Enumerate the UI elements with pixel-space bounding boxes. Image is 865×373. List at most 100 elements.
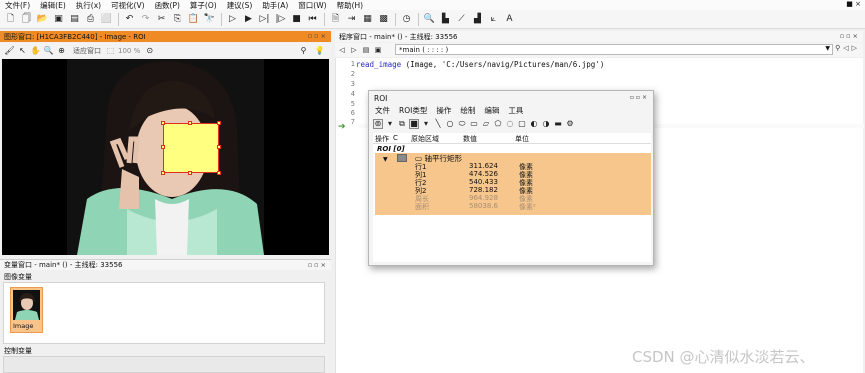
- roi-param-row[interactable]: 行1 311.624 像素: [375, 162, 651, 171]
- open-file-icon[interactable]: 📂: [36, 13, 49, 26]
- roi-menu-tools[interactable]: 工具: [508, 105, 523, 116]
- cut-icon[interactable]: ✂: [155, 13, 168, 26]
- roi-color-icon[interactable]: ■: [409, 118, 419, 129]
- roi-mode-icon[interactable]: ⊙: [144, 45, 155, 56]
- pointer-icon[interactable]: ↖: [17, 45, 28, 56]
- roi-menu-edit[interactable]: 编辑: [484, 105, 499, 116]
- back-icon[interactable]: ◁: [337, 45, 347, 55]
- menu-window[interactable]: 窗口(W): [298, 0, 326, 11]
- roi-handle[interactable]: [161, 145, 165, 149]
- graphics-window-controls[interactable]: ▫▫×: [308, 32, 328, 40]
- clock-icon[interactable]: ◷: [400, 13, 413, 26]
- step-icon[interactable]: ⇥: [345, 13, 358, 26]
- menu-functions[interactable]: 函数(P): [155, 0, 180, 11]
- save-icon[interactable]: ▣: [52, 13, 65, 26]
- menu-operators[interactable]: 算子(O): [190, 0, 217, 11]
- pan-icon[interactable]: ✋: [30, 45, 41, 56]
- roi-combine-icon[interactable]: ⊚: [373, 118, 383, 129]
- disable-icon[interactable]: ▣: [373, 45, 383, 55]
- chevron-down-icon[interactable]: ▾: [421, 119, 431, 129]
- menu-visualization[interactable]: 可视化(V): [111, 0, 144, 11]
- procedure-icon[interactable]: ▤: [361, 45, 371, 55]
- copy-icon[interactable]: ⎘: [171, 13, 184, 26]
- param-value[interactable]: 728.182: [469, 186, 498, 194]
- region-tool-icon[interactable]: ▢: [517, 119, 527, 129]
- menu-edit[interactable]: 编辑(E): [40, 0, 66, 11]
- roi-handle[interactable]: [161, 171, 165, 175]
- roi-menu-file[interactable]: 文件: [375, 105, 390, 116]
- subtract-region-icon[interactable]: ◑: [541, 119, 551, 129]
- roi-shape-copy-icon[interactable]: ⧉: [397, 119, 407, 129]
- program-window-controls[interactable]: ▫▫×: [840, 32, 860, 40]
- zoom-icon[interactable]: 🔍: [43, 45, 54, 56]
- code-line-1[interactable]: read_image (Image, 'C:/Users/navig/Pictu…: [356, 60, 604, 69]
- find-icon[interactable]: 🔭: [203, 13, 216, 26]
- matching-icon[interactable]: ▩: [377, 13, 390, 26]
- roi-handle[interactable]: [217, 145, 221, 149]
- roi-menu-draw[interactable]: 绘制: [460, 105, 475, 116]
- roi-dialog[interactable]: ROI ▫▫× 文件 ROI类型 操作 绘制 编辑 工具 ⊚ ▾ ⧉ ■ ▾ ╲…: [368, 90, 654, 266]
- pin-icon[interactable]: ⚲: [298, 45, 309, 56]
- reset-icon[interactable]: ⏮: [306, 13, 319, 26]
- menu-execute[interactable]: 执行(x): [76, 0, 101, 11]
- ellipse-tool-icon[interactable]: ⬭: [457, 119, 467, 129]
- roi-root-node[interactable]: ROI [0]: [377, 145, 405, 153]
- menu-assistants[interactable]: 助手(A): [262, 0, 288, 11]
- roi-handle[interactable]: [188, 121, 192, 125]
- roi-handle[interactable]: [161, 121, 165, 125]
- roi-param-row[interactable]: 列2 728.182 像素: [375, 186, 651, 195]
- save-all-icon[interactable]: ▤: [68, 13, 81, 26]
- param-value[interactable]: 474.526: [469, 170, 498, 178]
- window-controls[interactable]: ■ ×: [846, 0, 861, 8]
- new-window-icon[interactable]: 🗍: [20, 13, 33, 26]
- chevron-down-icon[interactable]: ▾: [385, 119, 395, 129]
- paste-icon[interactable]: 📋: [187, 13, 200, 26]
- menu-file[interactable]: 文件(F): [5, 0, 30, 11]
- gray-histogram-icon[interactable]: ▙: [439, 13, 452, 26]
- zoom-icon[interactable]: 🔍: [423, 13, 436, 26]
- lightbulb-icon[interactable]: 💡: [314, 45, 325, 56]
- undo-icon[interactable]: ↶: [123, 13, 136, 26]
- polygon-tool-icon[interactable]: ⬠: [493, 119, 503, 129]
- roi-handle[interactable]: [217, 121, 221, 125]
- roi-menu-roi-type[interactable]: ROI类型: [399, 105, 427, 116]
- roi-menu-operate[interactable]: 操作: [436, 105, 451, 116]
- program-window-extra-controls[interactable]: ⚲◁▷: [835, 44, 860, 52]
- param-value[interactable]: 311.624: [469, 162, 498, 170]
- stop-icon[interactable]: ■: [290, 13, 303, 26]
- roi-selected-item[interactable]: ▼ ▭ 轴平行矩形 行1 311.624 像素 列1 474.526 像素 行2…: [375, 153, 651, 215]
- menu-help[interactable]: 帮助(H): [337, 0, 364, 11]
- circle-tool-icon[interactable]: ○: [445, 119, 455, 129]
- print-icon[interactable]: ⎙: [84, 13, 97, 26]
- roi-rectangle[interactable]: [161, 121, 221, 175]
- step-into-icon[interactable]: ▷|: [258, 13, 271, 26]
- forward-icon[interactable]: ▷: [349, 45, 359, 55]
- rotated-rectangle-tool-icon[interactable]: ▱: [481, 119, 491, 129]
- redo-icon[interactable]: ↷: [139, 13, 152, 26]
- image-variable-thumbnail[interactable]: Image: [10, 287, 43, 333]
- record-icon[interactable]: ⬜: [100, 13, 113, 26]
- graphics-canvas[interactable]: [2, 59, 329, 255]
- feature-histogram-icon[interactable]: ▟: [471, 13, 484, 26]
- variable-window-controls[interactable]: ▫▫×: [308, 261, 328, 269]
- line-profile-icon[interactable]: ⟋: [455, 13, 468, 26]
- roi-param-row[interactable]: 行2 540.433 像素: [375, 178, 651, 187]
- ocr-icon[interactable]: A: [503, 13, 516, 26]
- step-out-icon[interactable]: |▷: [274, 13, 287, 26]
- rectangle-tool-icon[interactable]: ▭: [469, 119, 479, 129]
- roi-param-row[interactable]: 列1 474.526 像素: [375, 170, 651, 179]
- procedure-select[interactable]: *main ( : : : : ) ▼: [395, 44, 833, 55]
- zoom-in-icon[interactable]: ⊕: [56, 45, 67, 56]
- roi-dialog-controls[interactable]: ▫▫×: [630, 94, 649, 101]
- document-icon[interactable]: 🗎: [329, 13, 342, 26]
- add-region-icon[interactable]: ◐: [529, 119, 539, 129]
- menu-suggestions[interactable]: 建议(S): [227, 0, 253, 11]
- line-tool-icon[interactable]: ╲: [433, 119, 443, 129]
- image-tool-icon[interactable]: ▦: [361, 13, 374, 26]
- draw-icon[interactable]: 🖌: [4, 45, 15, 56]
- run-icon[interactable]: ▷: [226, 13, 239, 26]
- zoom-level[interactable]: 100 %: [118, 47, 140, 55]
- settings-icon[interactable]: ⚙: [565, 119, 575, 129]
- freehand-tool-icon[interactable]: ◌: [505, 119, 515, 129]
- feature-inspection-icon[interactable]: ⟀: [487, 13, 500, 26]
